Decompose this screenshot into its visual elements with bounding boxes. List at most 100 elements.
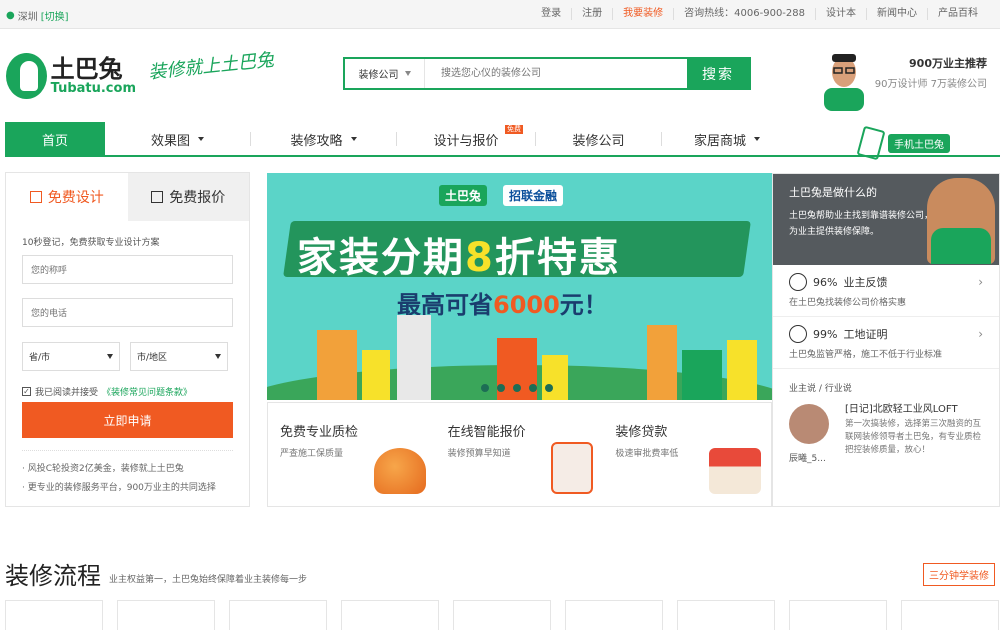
free-design-form: 免费设计 免费报价 10秒登记，免费获取专业设计方案 省/市 市/地区 ✓ 我已… [5,172,250,507]
register-link[interactable]: 注册 [572,8,614,20]
tab-free-design[interactable]: 免费设计 [6,173,128,221]
terms-link[interactable]: 《装修常见问题条款》 [102,385,192,398]
carousel-dot[interactable] [513,384,521,392]
agree-row: ✓ 我已阅读并接受 《装修常见问题条款》 [22,385,233,398]
province-select[interactable]: 省/市 [22,342,120,371]
recommend-line2: 90万设计师 7万装修公司 [874,79,987,90]
carousel-dot[interactable] [497,384,505,392]
nav-guide-label: 装修攻略 [290,133,343,149]
process-section-header: 装修流程 业主权益第一，土巴兔始终保障着业主装修每一步 [5,556,307,591]
feature-loan[interactable]: 装修贷款 极速审批费率低 [603,403,771,506]
tab-free-quote[interactable]: 免费报价 [127,173,249,221]
stat-label: 业主反馈 [843,276,888,289]
thumbs-up-icon [789,273,807,291]
want-renovate-link[interactable]: 我要装修 [613,8,675,20]
owner-says-label[interactable]: 业主说 / 行业说 [773,369,999,394]
owner-story[interactable]: 辰曦_5... [日记]北欧轻工业风LOFT 第一次搞装修，选择第三次融资的互联… [773,394,999,474]
process-step[interactable] [901,600,999,630]
mobile-app-label: 手机土巴兔 [888,133,950,153]
free-badge: 免费 [505,125,523,134]
location-pin-icon: ● [6,10,15,21]
stat-value: 96% [813,275,838,289]
feature-smart-quote[interactable]: 在线智能报价 装修预算早知道 [436,403,604,506]
chevron-right-icon: › [978,275,983,289]
chevron-down-icon [215,354,221,359]
process-step[interactable] [117,600,215,630]
learn-renovation-button[interactable]: 三分钟学装修 [923,563,995,586]
recommend-text: 900万业主推荐 90万设计师 7万装修公司 [875,55,987,90]
apply-button[interactable]: 立即申请 [22,402,233,438]
logo[interactable]: 土巴兔 Tubatu.com [6,50,136,102]
story-desc: 第一次搞装修，选择第三次融资的互联网装修领导者土巴兔，有专业质检把控装修质量，放… [845,419,982,455]
promo-banner[interactable]: 土巴兔 招联金融 家装分期8折特惠 最高可省6000元！ [267,173,772,400]
search-category-select[interactable]: 装修公司 [345,59,425,88]
carousel-dot[interactable] [481,384,489,392]
news-center-link[interactable]: 新闻中心 [867,8,928,20]
note-text: 更专业的装修服务平台，900万业主的共同选择 [27,483,216,493]
agree-text: 我已阅读并接受 [35,388,99,398]
product-wiki-link[interactable]: 产品百科 [928,8,988,20]
shield-check-icon [789,325,807,343]
search-input[interactable] [425,59,687,88]
name-field[interactable] [22,255,233,284]
chevron-down-icon [404,71,411,76]
process-step[interactable] [229,600,327,630]
stat-feedback[interactable]: 96% 业主反馈 在土巴兔找装修公司价格实惠 › [773,265,999,317]
phone-field[interactable] [22,298,233,327]
banner-title-a: 家装分期 [297,235,465,281]
location: ● 深圳 [切换] [6,8,69,23]
chevron-down-icon [198,137,204,141]
nav-companies[interactable]: 装修公司 [536,122,661,156]
nav-effects[interactable]: 效果图 [105,122,250,156]
search-category-label: 装修公司 [358,70,399,81]
carousel-dot[interactable] [529,384,537,392]
nav-mall[interactable]: 家居商城 [662,122,792,156]
banner-brand-mucfc: 招联金融 [503,185,564,206]
nav-design-quote[interactable]: 设计与报价 免费 [397,122,535,156]
recommend-line1: 900万业主推荐 [909,57,987,70]
feature-row: 免费专业质检 严查施工保质量 在线智能报价 装修预算早知道 装修贷款 极速审批费… [267,402,772,507]
form-tip: 10秒登记，免费获取专业设计方案 [22,238,160,248]
owner-name: 辰曦_5... [789,454,826,464]
feature-title: 在线智能报价 [447,425,526,440]
process-step[interactable] [453,600,551,630]
switch-city-link[interactable]: [切换] [41,8,69,23]
process-step[interactable] [565,600,663,630]
phone-icon [856,125,886,161]
banner-title-b: 折特惠 [494,235,621,281]
calculator-icon [551,442,594,494]
helmet-icon [373,448,426,494]
rabbit-logo-icon [6,53,47,99]
stat-desc: 在土巴兔找装修公司价格实惠 [789,298,907,308]
logo-en: Tubatu.com [50,81,136,96]
province-label: 省/市 [29,353,51,363]
process-step[interactable] [789,600,887,630]
carousel-dot[interactable] [545,384,553,392]
document-icon [151,191,164,203]
process-step[interactable] [341,600,439,630]
nav-home[interactable]: 首页 [5,122,105,156]
top-bar: ● 深圳 [切换] 登录 注册 我要装修 咨询热线：4006-900-288 设… [0,0,1000,29]
feature-title: 装修贷款 [615,425,668,440]
login-link[interactable]: 登录 [531,8,573,20]
about-header: 土巴兔是做什么的 土巴兔帮助业主找到靠谱装修公司， 为业主提供装修保障。 [773,174,999,265]
chevron-down-icon [350,137,357,141]
tab-free-quote-label: 免费报价 [169,190,226,206]
mobile-app-link[interactable]: 手机土巴兔 [856,125,950,161]
stat-site-proof[interactable]: 99% 工地证明 土巴兔监管严格，施工不低于行业标准 › [773,317,999,369]
city-name: 深圳 [17,12,38,23]
search-button[interactable]: 搜索 [687,59,749,88]
design-book-link[interactable]: 设计本 [816,8,867,20]
agree-checkbox[interactable]: ✓ [22,387,31,396]
feature-quality-check[interactable]: 免费专业质检 严查施工保质量 [268,403,436,506]
city-select[interactable]: 市/地区 [130,342,228,371]
spokesman-image [927,178,995,264]
stat-value: 99% [813,327,838,341]
process-step[interactable] [5,600,103,630]
process-step[interactable] [677,600,775,630]
nav-guide[interactable]: 装修攻略 [251,122,396,156]
about-desc-line: 为业主提供装修保障。 [789,227,880,237]
top-links: 登录 注册 我要装修 咨询热线：4006-900-288 设计本 新闻中心 产品… [531,8,988,20]
chevron-down-icon [754,137,760,141]
nav-design-quote-label: 设计与报价 [433,133,499,149]
